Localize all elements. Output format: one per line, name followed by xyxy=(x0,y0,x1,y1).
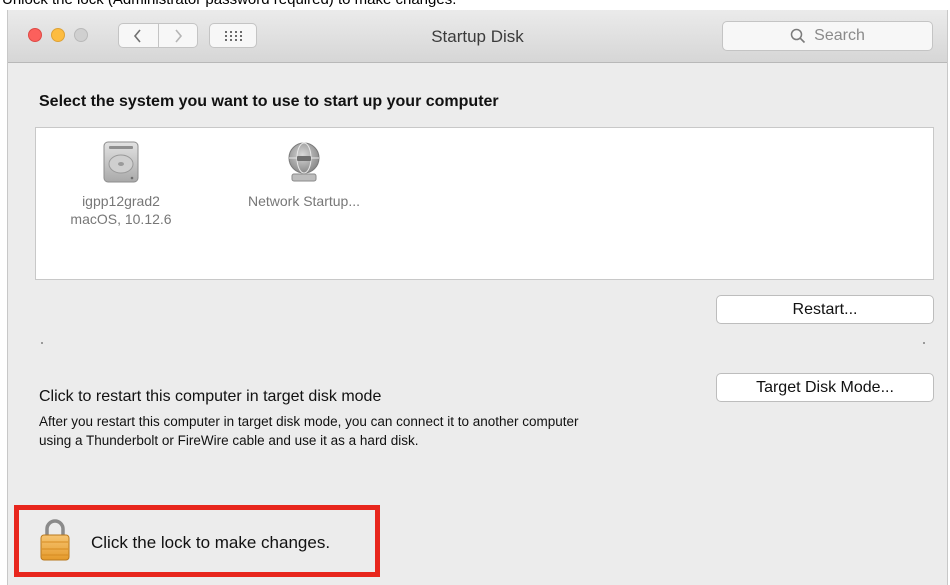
startup-disk-window: Startup Disk Search Select the system yo… xyxy=(7,10,948,585)
section-heading: Select the system you want to use to sta… xyxy=(39,93,499,110)
padlock-icon[interactable] xyxy=(39,518,71,567)
startup-disk-list: igpp12grad2 macOS, 10.12.6 Network Start… xyxy=(35,127,934,280)
search-placeholder: Search xyxy=(814,27,865,44)
target-disk-mode-description: After you restart this computer in targe… xyxy=(39,414,579,448)
hard-disk-icon xyxy=(66,140,176,188)
disk-name: igpp12grad2 xyxy=(82,193,160,209)
disk-item-network-startup[interactable]: Network Startup... xyxy=(229,140,379,210)
search-icon xyxy=(790,28,806,44)
network-globe-icon xyxy=(229,140,379,188)
instruction-caption: Unlock the lock (Administrator password … xyxy=(2,0,456,9)
target-disk-mode-title: Click to restart this computer in target… xyxy=(39,388,382,405)
disk-name: Network Startup... xyxy=(247,193,361,209)
disk-item-igpp12grad2[interactable]: igpp12grad2 macOS, 10.12.6 xyxy=(66,140,176,228)
lock-highlight: Click the lock to make changes. xyxy=(14,505,380,577)
divider-dot-right xyxy=(923,342,925,344)
restart-button[interactable]: Restart... xyxy=(716,295,934,324)
lock-instruction-text: Click the lock to make changes. xyxy=(91,533,331,552)
target-disk-mode-button[interactable]: Target Disk Mode... xyxy=(716,373,934,402)
disk-detail: macOS, 10.12.6 xyxy=(70,211,172,227)
search-field[interactable]: Search xyxy=(722,21,933,51)
title-bar: Startup Disk Search xyxy=(8,10,947,63)
divider-dot-left xyxy=(41,342,43,344)
